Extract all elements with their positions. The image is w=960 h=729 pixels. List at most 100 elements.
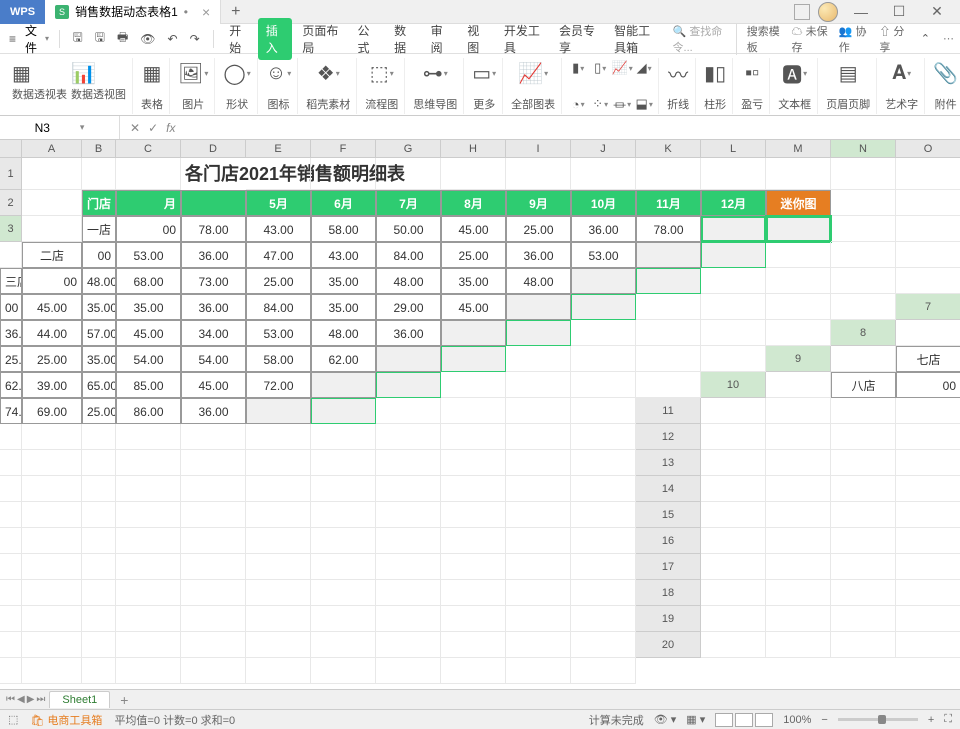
cell-O7[interactable]: [571, 320, 636, 346]
cell-N5[interactable]: [636, 268, 701, 294]
row-header-20[interactable]: 20: [636, 632, 701, 658]
cell-R15[interactable]: [571, 528, 636, 554]
cell-L2[interactable]: 12月: [701, 190, 766, 216]
cell-A16[interactable]: [701, 528, 766, 554]
cell-A15[interactable]: [701, 502, 766, 528]
file-menu[interactable]: 文件: [25, 22, 38, 56]
col-header-L[interactable]: L: [701, 140, 766, 158]
cell-M15[interactable]: [246, 528, 311, 554]
cell-D18[interactable]: [896, 580, 960, 606]
zoom-out-icon[interactable]: −: [821, 714, 827, 726]
close-icon[interactable]: ✕: [922, 3, 952, 20]
cell-J1[interactable]: [571, 158, 636, 190]
col-header-J[interactable]: J: [571, 140, 636, 158]
cell-G4[interactable]: 47.00: [246, 242, 311, 268]
cell-O11[interactable]: [376, 424, 441, 450]
cell-L5[interactable]: 48.00: [506, 268, 571, 294]
cell-B5[interactable]: 三店: [0, 268, 22, 294]
cell-H6[interactable]: 36.00: [181, 294, 246, 320]
row-header-2[interactable]: 2: [0, 190, 22, 216]
cell-P18[interactable]: [441, 606, 506, 632]
cell-I8[interactable]: 54.00: [116, 346, 181, 372]
tab-devtools[interactable]: 开发工具: [496, 18, 549, 60]
cell-M14[interactable]: [246, 502, 311, 528]
cell-R20[interactable]: [571, 658, 636, 684]
cell-L16[interactable]: [181, 554, 246, 580]
cell-P3[interactable]: [896, 216, 960, 242]
cell-H11[interactable]: [0, 424, 22, 450]
zoom-percentage[interactable]: 100%: [783, 714, 811, 726]
cell-L7[interactable]: 36.00: [376, 320, 441, 346]
eye-icon[interactable]: 👁 ▾: [654, 713, 677, 726]
row-header-14[interactable]: 14: [636, 476, 701, 502]
cell-Q5[interactable]: [831, 268, 896, 294]
col-header-O[interactable]: O: [896, 140, 960, 158]
cell-N18[interactable]: [311, 606, 376, 632]
cell-B3[interactable]: 一店: [82, 216, 116, 242]
cell-C1[interactable]: [116, 158, 181, 190]
cell-O19[interactable]: [376, 632, 441, 658]
cell-P6[interactable]: [701, 294, 766, 320]
cell-J20[interactable]: [82, 658, 116, 684]
cell-E4[interactable]: 53.00: [116, 242, 181, 268]
cell-R6[interactable]: [831, 294, 896, 320]
cell-N15[interactable]: [311, 528, 376, 554]
column-chart-icon[interactable]: ▯▾: [592, 60, 608, 76]
cell-Q10[interactable]: [506, 398, 571, 424]
cell-I18[interactable]: [22, 606, 82, 632]
cell-J2[interactable]: 10月: [571, 190, 636, 216]
cell-O8[interactable]: [506, 346, 571, 372]
zoom-in-icon[interactable]: +: [928, 714, 934, 726]
cell-N12[interactable]: [311, 450, 376, 476]
cell-E5[interactable]: 48.00: [82, 268, 116, 294]
cell-M20[interactable]: [246, 658, 311, 684]
cell-C13[interactable]: [831, 450, 896, 476]
cell-B16[interactable]: [766, 528, 831, 554]
area-chart-icon[interactable]: ◢▾: [636, 60, 652, 76]
cell-N7[interactable]: [506, 320, 571, 346]
cell-P20[interactable]: [441, 658, 506, 684]
cell-J12[interactable]: [82, 450, 116, 476]
group-mindmap[interactable]: ⊶▾思维导图: [407, 58, 464, 114]
cell-R8[interactable]: [701, 346, 766, 372]
cell-K11[interactable]: [116, 424, 181, 450]
cell-L17[interactable]: [181, 580, 246, 606]
cell-H13[interactable]: [0, 476, 22, 502]
cell-D13[interactable]: [896, 450, 960, 476]
group-table[interactable]: ▦表格: [135, 58, 170, 114]
cell-H1[interactable]: [441, 158, 506, 190]
line-chart-icon[interactable]: 📈▾: [614, 60, 630, 76]
cell-B9[interactable]: 七店: [896, 346, 960, 372]
minimize-icon[interactable]: —: [846, 4, 876, 20]
cell-O6[interactable]: [636, 294, 701, 320]
col-header-H[interactable]: H: [441, 140, 506, 158]
group-icons[interactable]: ☺▾图标: [260, 58, 298, 114]
cell-G5[interactable]: 73.00: [181, 268, 246, 294]
more-icon[interactable]: ⋯: [943, 32, 954, 45]
cell-K5[interactable]: 35.00: [441, 268, 506, 294]
cell-R11[interactable]: [571, 424, 636, 450]
cell-I9[interactable]: 65.00: [82, 372, 116, 398]
cell-H9[interactable]: 39.00: [22, 372, 82, 398]
cell-O1[interactable]: [896, 158, 960, 190]
cell-N11[interactable]: [311, 424, 376, 450]
cell-P9[interactable]: [506, 372, 571, 398]
cell-B15[interactable]: [766, 502, 831, 528]
group-sparkline-line[interactable]: 〰折线: [661, 58, 696, 114]
cell-P5[interactable]: [766, 268, 831, 294]
sheet-area[interactable]: ABCDEFGHIJKLMNOPQR1各门店2021年销售额明细表2门店月5月6…: [0, 140, 960, 689]
cell-C20[interactable]: [831, 632, 896, 658]
row-header-12[interactable]: 12: [636, 424, 701, 450]
share-button[interactable]: ⇧ 分享: [879, 23, 907, 55]
cell-M6[interactable]: [506, 294, 571, 320]
document-tab[interactable]: S 销售数据动态表格1 • ×: [45, 0, 221, 24]
cell-H17[interactable]: [0, 580, 22, 606]
col-header-D[interactable]: D: [181, 140, 246, 158]
cell-M4[interactable]: [636, 242, 701, 268]
cell-H16[interactable]: [0, 554, 22, 580]
cell-I7[interactable]: 34.00: [181, 320, 246, 346]
cell-C6[interactable]: 00: [0, 294, 22, 320]
cell-N3[interactable]: [766, 216, 831, 242]
cell-K18[interactable]: [116, 606, 181, 632]
cell-A11[interactable]: [701, 398, 766, 424]
